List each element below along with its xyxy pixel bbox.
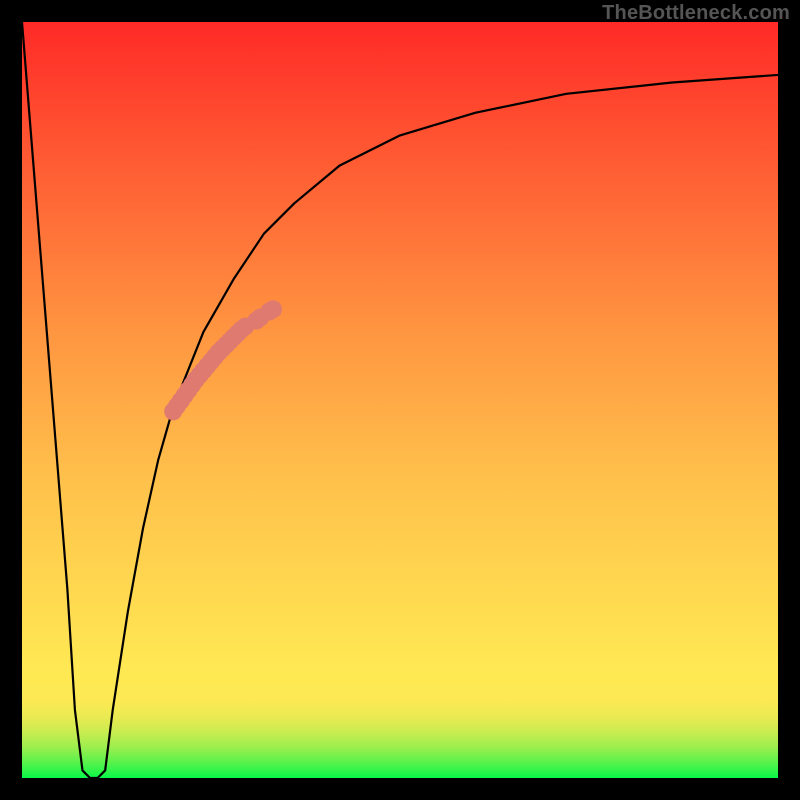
highlight-point bbox=[264, 300, 282, 318]
bottleneck-chart bbox=[22, 22, 778, 778]
attribution-text: TheBottleneck.com bbox=[602, 2, 790, 25]
plot-area bbox=[22, 22, 778, 778]
